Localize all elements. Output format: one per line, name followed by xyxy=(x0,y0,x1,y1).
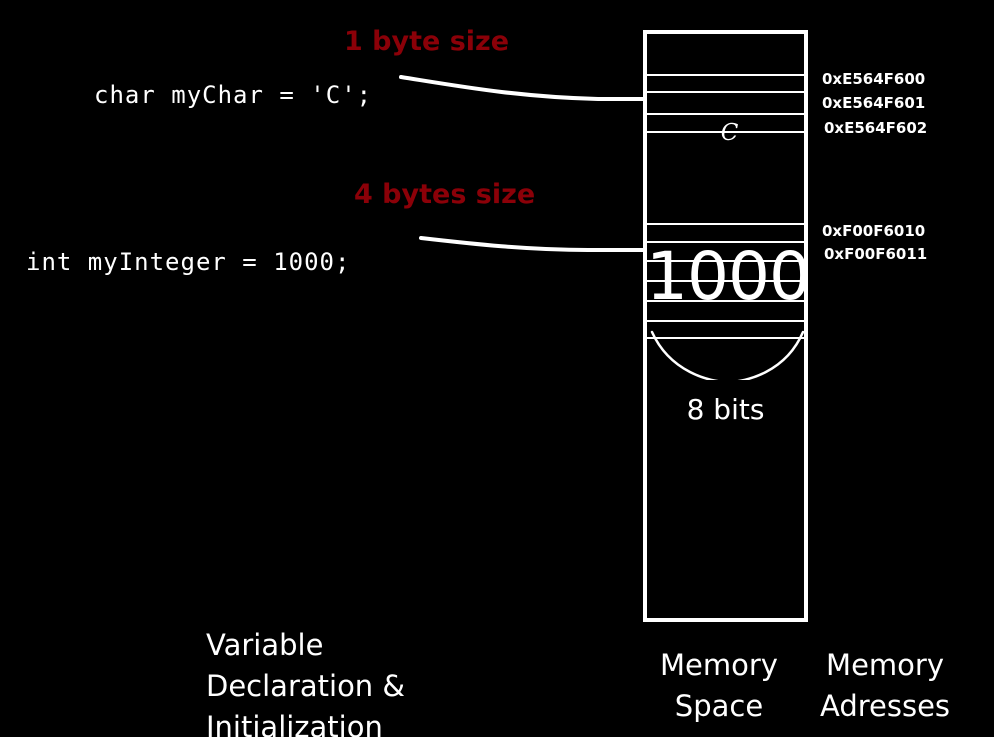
memory-row-divider xyxy=(647,91,804,93)
memory-address-label: 0xE564F601 xyxy=(822,94,926,112)
memory-row-divider xyxy=(647,223,804,225)
memory-space-box: C xyxy=(643,30,808,622)
caption-memory-addresses-line-2: Adresses xyxy=(820,689,951,723)
caption-memory-space-line-2: Space xyxy=(674,689,764,723)
caption-memory-addresses: Memory Adresses xyxy=(820,645,950,727)
memory-address-label: 0xF00F6011 xyxy=(824,245,928,263)
bits-label: 8 bits xyxy=(686,393,765,426)
leader-line-int xyxy=(419,236,648,252)
memory-cell-int-value: 1000 xyxy=(646,238,811,315)
memory-address-label: 0xE564F602 xyxy=(824,119,928,137)
leader-line-char xyxy=(399,75,648,101)
caption-memory-space-line-1: Memory xyxy=(660,648,778,682)
caption-variable-line-2: Declaration & xyxy=(206,669,406,703)
caption-variable-declaration: Variable Declaration & Initialization xyxy=(206,625,405,737)
diagram-canvas: char myChar = 'C'; int myInteger = 1000;… xyxy=(0,0,994,737)
memory-row-divider xyxy=(647,320,804,322)
caption-variable-line-1: Variable xyxy=(206,628,324,662)
caption-memory-addresses-line-1: Memory xyxy=(826,648,944,682)
code-line-int-declaration: int myInteger = 1000; xyxy=(26,248,351,276)
memory-row-divider xyxy=(647,74,804,76)
memory-row-divider xyxy=(647,337,804,339)
annotation-char-size: 1 byte size xyxy=(344,26,510,57)
memory-address-label: 0xE564F600 xyxy=(822,70,926,88)
caption-variable-line-3: Initialization xyxy=(206,710,383,737)
code-line-char-declaration: char myChar = 'C'; xyxy=(94,81,373,109)
memory-address-label: 0xF00F6010 xyxy=(822,222,926,240)
memory-row-divider xyxy=(647,113,804,115)
annotation-int-size: 4 bytes size xyxy=(354,179,536,210)
caption-memory-space: Memory Space xyxy=(660,645,778,727)
memory-cell-char-value: C xyxy=(720,120,739,146)
